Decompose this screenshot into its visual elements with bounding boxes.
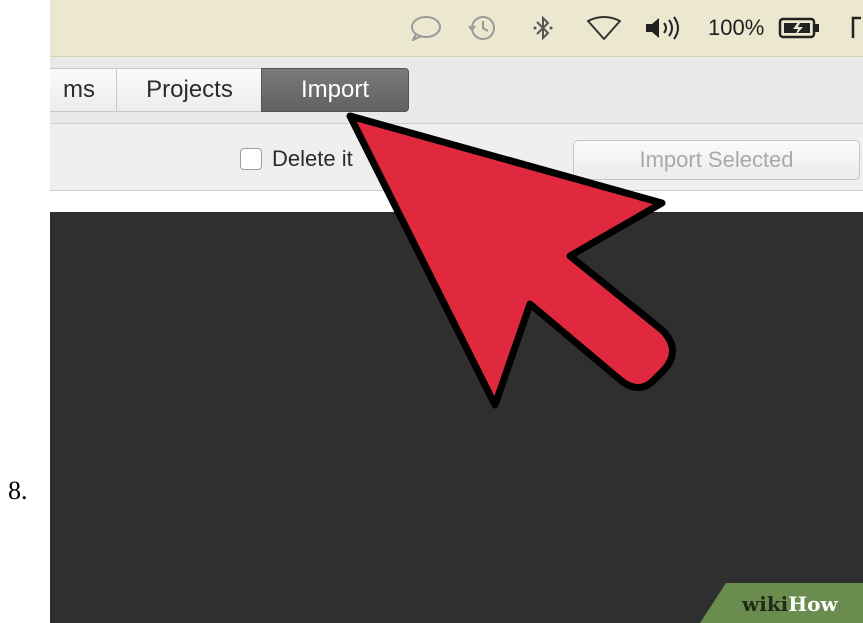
pointer-arrow-icon xyxy=(346,112,676,409)
watermark-logo: wikiHow xyxy=(742,592,838,616)
app-screenshot: 100% ms Projects Import Delete itort Imp… xyxy=(50,0,863,623)
step-number: 8. xyxy=(8,476,28,505)
